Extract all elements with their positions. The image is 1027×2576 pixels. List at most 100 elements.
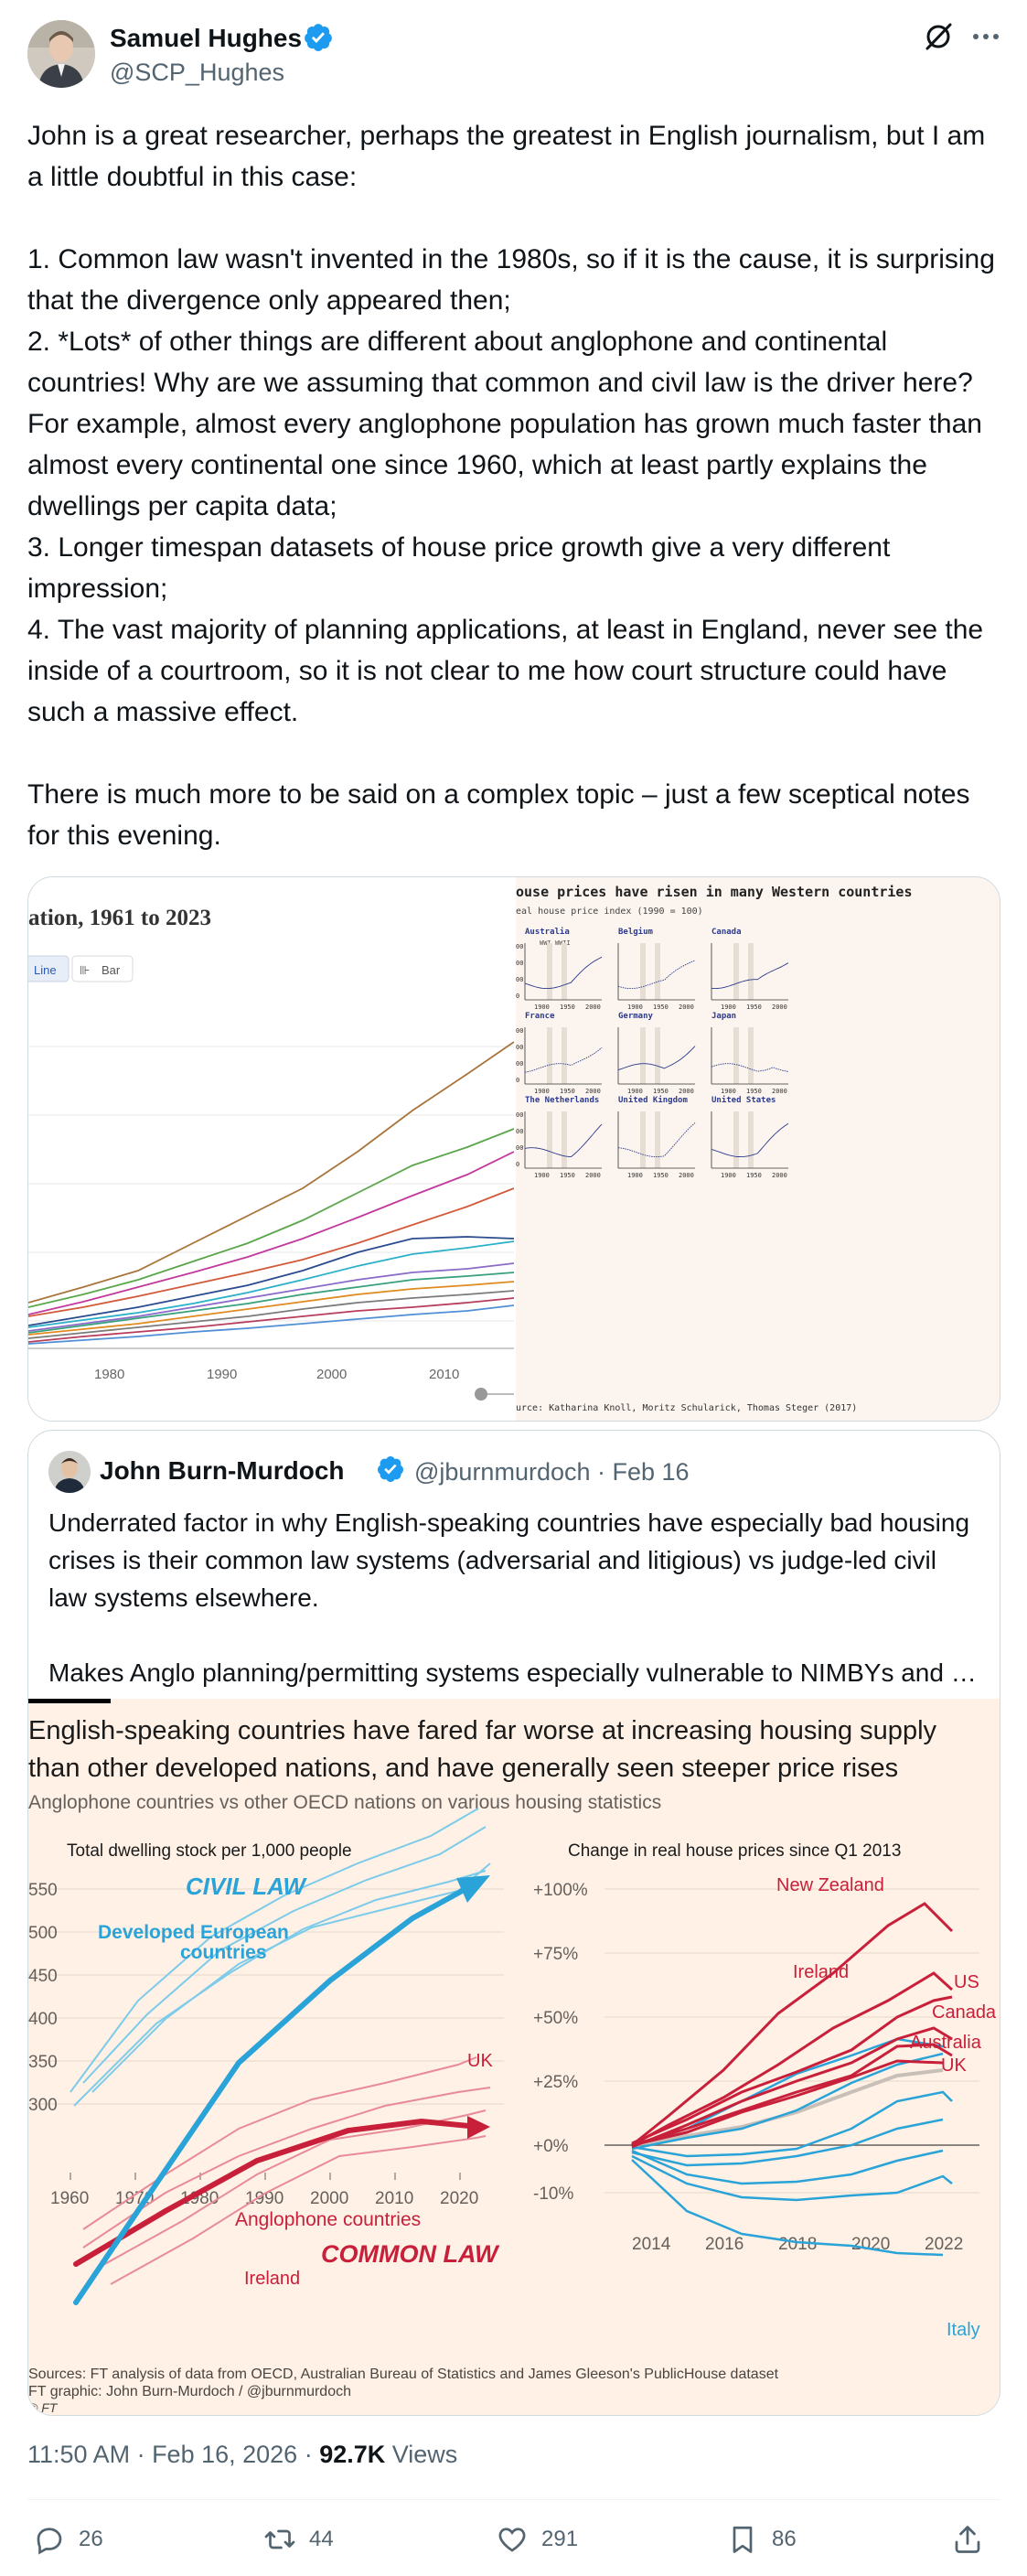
- heart-icon: [498, 2528, 526, 2552]
- label-anglophone: Anglophone countries: [235, 2209, 421, 2230]
- label-canada: Canada: [932, 2002, 997, 2023]
- media-image-right[interactable]: ouse prices have risen in many Western c…: [516, 877, 1000, 1421]
- quoted-author-name[interactable]: John Burn-Murdoch: [100, 1456, 345, 1486]
- chart-subtitle: eal house price index (1990 = 100): [516, 907, 703, 917]
- y-tick-label: 300: [28, 2096, 58, 2115]
- avatar[interactable]: [27, 20, 95, 88]
- x-tick-label: 1900: [721, 1172, 736, 1179]
- x-tick-label: 1900: [534, 1088, 550, 1095]
- x-tick-label: 2010: [429, 1367, 459, 1382]
- grok-icon[interactable]: [922, 20, 955, 53]
- reply-icon: [37, 2528, 62, 2555]
- y-tick-label: 0: [516, 1077, 519, 1084]
- graphic-source-line2: FT graphic: John Burn-Murdoch / @jburnmu…: [28, 2384, 351, 2399]
- media-image-left[interactable]: ation, 1961 to 2023 Line ⊪ Bar 1980 1990…: [28, 877, 515, 1421]
- x-tick-label: 2000: [585, 1004, 601, 1011]
- reply-button[interactable]: 26: [33, 2521, 103, 2558]
- country-panel: AustraliaWWI WWII00000001900 1950 2000: [516, 927, 603, 1011]
- quoted-paragraph: Makes Anglo planning/permitting systems …: [48, 1658, 977, 1687]
- like-button[interactable]: 291: [496, 2521, 578, 2558]
- y-tick-label: 350: [28, 2053, 58, 2072]
- y-tick-label: -10%: [533, 2184, 573, 2204]
- civil-law-country-line: [73, 1870, 487, 2107]
- war-band: [547, 1027, 552, 1084]
- label-australia: Australia: [910, 2033, 982, 2053]
- ft-housing-graphic[interactable]: English-speaking countries have fared fa…: [28, 1699, 1000, 2415]
- panel-title: Canada: [711, 928, 742, 937]
- reply-count: 26: [79, 2527, 103, 2551]
- tweet-paragraph: 1. Common law wasn't invented in the 198…: [27, 244, 995, 316]
- war-band: [640, 1027, 646, 1084]
- y-tick-label: 00: [516, 1044, 523, 1051]
- country-panel: France00000001900 1950 2000: [516, 1012, 603, 1095]
- x-tick-label: 1900: [627, 1172, 643, 1179]
- panel-title: Japan: [711, 1012, 736, 1021]
- country-panel: The Netherlands00000001900 1950 2000: [516, 1096, 603, 1179]
- chart-source: urce: Katharina Knoll, Moritz Schularick…: [516, 1403, 857, 1413]
- y-tick-label: 500: [28, 1924, 58, 1943]
- civil-law-country-line: [82, 1826, 487, 2084]
- quoted-author-handle[interactable]: @jburnmurdoch · Feb 16: [414, 1458, 690, 1487]
- bar-toggle-label: Bar: [102, 963, 121, 977]
- verified-badge-icon[interactable]: [303, 22, 334, 53]
- y-tick-label: +50%: [533, 2009, 578, 2028]
- y-tick-label: 450: [28, 1967, 58, 1986]
- author-handle[interactable]: @SCP_Hughes: [110, 59, 284, 87]
- x-tick-label: 2000: [316, 1367, 347, 1382]
- label-uk-right: UK: [941, 2055, 967, 2076]
- verified-badge-icon: [377, 1456, 403, 1482]
- house-price-small-multiples: ouse prices have risen in many Western c…: [516, 884, 912, 1413]
- timeline-slider-handle[interactable]: [475, 1388, 487, 1401]
- graphic-title-line2: than other developed nations, and have g…: [28, 1754, 898, 1783]
- more-options-icon[interactable]: [968, 20, 1004, 53]
- x-tick-label: 1980: [94, 1367, 124, 1382]
- war-band: [547, 943, 552, 1000]
- quoted-text: Underrated factor in why English-speakin…: [48, 1504, 981, 1691]
- y-tick-label: 0: [516, 993, 519, 1000]
- x-tick-label: 1900: [721, 1088, 736, 1095]
- y-tick-label: 00: [516, 960, 523, 967]
- quoted-tweet[interactable]: John Burn-Murdoch @jburnmurdoch · Feb 16…: [27, 1430, 1000, 2416]
- country-panel: United States 1900 1950 2000: [711, 1095, 789, 1179]
- war-band: [562, 1027, 567, 1084]
- share-button[interactable]: [951, 2521, 997, 2558]
- common-law-arrowhead: [467, 2116, 490, 2139]
- y-tick-label: 00: [516, 1111, 523, 1119]
- y-tick-label: 0: [516, 1161, 519, 1168]
- bar-toggle-icon: ⊪: [80, 963, 90, 977]
- tweet-timestamp[interactable]: 11:50 AM · Feb 16, 2026 ·: [27, 2441, 319, 2468]
- share-icon: [955, 2526, 980, 2553]
- y-tick-label: 00: [516, 943, 523, 950]
- right-lines: [631, 1902, 954, 2257]
- civil-law-price-line: [631, 2118, 944, 2167]
- x-tick-label: 1950: [746, 1088, 762, 1095]
- war-band: [562, 1111, 567, 1168]
- label-ireland-right: Ireland: [793, 1962, 849, 1982]
- label-developed-line1: Developed European: [98, 1922, 289, 1943]
- author-name[interactable]: Samuel Hughes: [110, 24, 302, 53]
- y-tick-label: +75%: [533, 1945, 578, 1964]
- media-grid: ation, 1961 to 2023 Line ⊪ Bar 1980 1990…: [27, 876, 1000, 1422]
- country-panel: United Kingdom 1900 1950 2000: [617, 1095, 696, 1179]
- war-band: [655, 1111, 660, 1168]
- country-panel: Japan 1900 1950 2000: [711, 1012, 789, 1095]
- panel-title: Germany: [618, 1012, 654, 1021]
- quoted-paragraph: Underrated factor in why English-speakin…: [48, 1508, 970, 1612]
- label-us: US: [954, 1972, 979, 1992]
- anglophone-price-line: [631, 1971, 954, 2147]
- civil-law-price-line: [631, 2159, 944, 2257]
- war-band: [733, 1111, 739, 1168]
- country-panel: Canada 1900 1950 2000: [711, 928, 789, 1011]
- y-tick-label: +100%: [533, 1881, 588, 1900]
- quoted-avatar-photo: [48, 1451, 91, 1493]
- label-developed-line2: countries: [180, 1942, 267, 1963]
- anglophone-price-line: [631, 1902, 954, 2147]
- label-ireland-left: Ireland: [244, 2269, 300, 2289]
- x-tick-label: 2000: [585, 1088, 601, 1095]
- bookmark-button[interactable]: 86: [726, 2521, 797, 2558]
- quoted-avatar[interactable]: [48, 1451, 91, 1493]
- repost-button[interactable]: 44: [263, 2521, 334, 2558]
